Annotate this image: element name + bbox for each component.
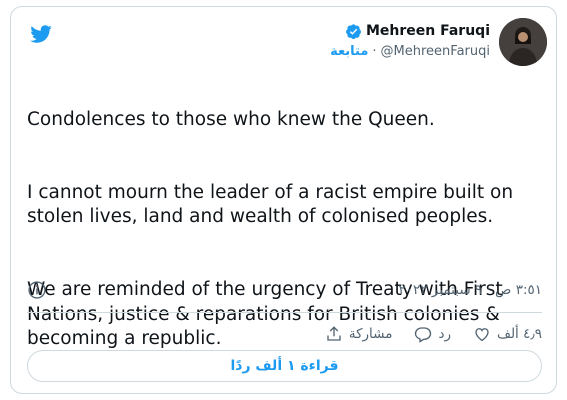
reply-button[interactable]: رد xyxy=(414,325,451,343)
share-button[interactable]: مشاركة xyxy=(325,325,393,343)
tweet-paragraph-1: Condolences to those who knew the Queen. xyxy=(27,108,435,130)
avatar-photo-icon xyxy=(499,18,547,66)
reply-icon xyxy=(415,327,432,343)
reply-label: رد xyxy=(438,326,451,342)
author-name-row: Mehreen Faruqi xyxy=(330,21,490,41)
separator-dot: · xyxy=(372,44,377,59)
like-count: ٤٫٩ ألف xyxy=(496,326,542,342)
tweet-meta: ٣:٥١ ص · ٩ سبتمبر ٢٠٢٢ xyxy=(27,277,542,303)
action-bar: ٤٫٩ ألف رد مشاركة xyxy=(11,321,542,347)
author-block: Mehreen Faruqi متابعة · @MehreenFaruqi xyxy=(330,21,490,59)
author-avatar[interactable] xyxy=(499,18,547,66)
author-handle-row: متابعة · @MehreenFaruqi xyxy=(330,44,490,59)
tweet-embed-card: Mehreen Faruqi متابعة · @MehreenFaruqi C… xyxy=(10,6,557,394)
author-display-name[interactable]: Mehreen Faruqi xyxy=(366,23,490,39)
tweet-paragraph-2: I cannot mourn the leader of a racist em… xyxy=(27,181,514,228)
like-button[interactable]: ٤٫٩ ألف xyxy=(473,325,542,343)
heart-icon xyxy=(475,328,489,342)
divider xyxy=(27,312,542,313)
share-label: مشاركة xyxy=(348,326,393,342)
read-replies-button[interactable]: قراءة ١ ألف ردًا xyxy=(27,350,542,382)
info-icon[interactable] xyxy=(27,280,47,300)
verified-badge-icon xyxy=(346,23,361,39)
author-handle[interactable]: @MehreenFaruqi xyxy=(381,44,490,59)
tweet-timestamp[interactable]: ٣:٥١ ص · ٩ سبتمبر ٢٠٢٢ xyxy=(399,282,542,298)
share-icon xyxy=(327,326,341,341)
twitter-logo-icon[interactable] xyxy=(28,23,54,45)
follow-button[interactable]: متابعة xyxy=(330,44,368,59)
